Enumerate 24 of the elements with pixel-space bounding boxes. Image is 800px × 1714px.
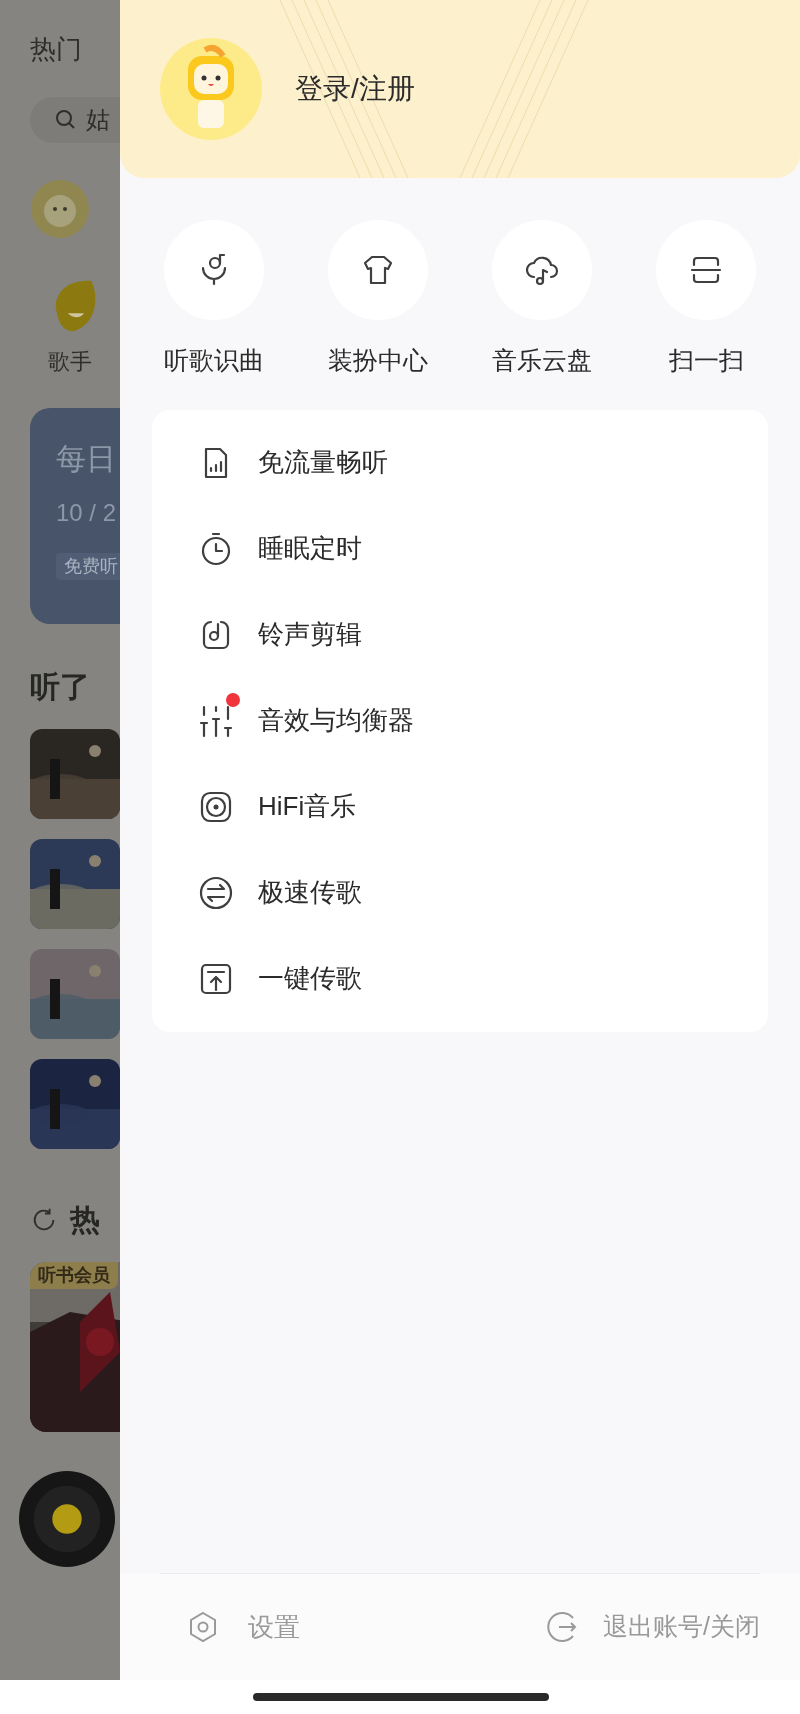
shortcut-button[interactable]: 装扮中心 <box>312 220 444 380</box>
vinyl-player-icon <box>18 1470 116 1568</box>
daily-date: 10 / 2 <box>56 498 118 528</box>
menu-item[interactable]: 极速传歌 <box>152 849 768 936</box>
section-title: 听了 <box>30 669 91 705</box>
shortcut-button[interactable]: 扫一扫 <box>640 220 772 380</box>
mascot-avatar-icon <box>160 38 262 140</box>
menu-item[interactable]: 睡眠定时 <box>152 505 768 592</box>
category-label: 歌手 <box>48 348 93 376</box>
tag-label: 听书会员 <box>30 1262 118 1289</box>
menu-item[interactable]: 一键传歌 <box>152 935 768 1022</box>
page-title: 热门 <box>30 33 83 66</box>
menu-item[interactable]: HiFi音乐 <box>152 763 768 850</box>
menu-item[interactable]: 免流量畅听 <box>152 419 768 506</box>
daily-tag: 免费听 <box>56 553 120 580</box>
search-placeholder: 姑 <box>86 105 110 135</box>
login-link[interactable]: 登录/注册 <box>295 68 415 110</box>
mascot-avatar-icon <box>30 179 90 239</box>
menu-item[interactable]: 铃声剪辑 <box>152 591 768 678</box>
shortcut-button[interactable]: 音乐云盘 <box>476 220 608 380</box>
daily-title: 每日 <box>56 441 117 477</box>
shortcut-button[interactable]: 听歌识曲 <box>148 220 280 380</box>
menu-item[interactable]: 音效与均衡器 <box>152 677 768 764</box>
section-title: 热 <box>70 1202 100 1238</box>
